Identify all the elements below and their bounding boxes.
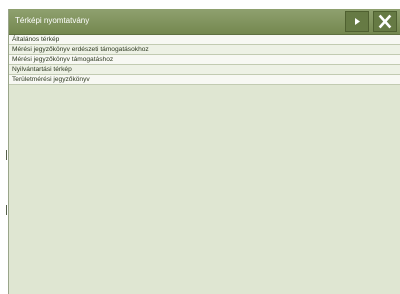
list-item[interactable]: Általános térkép xyxy=(9,35,400,45)
window-edge-mark xyxy=(6,150,7,160)
print-template-list: Általános térkép Mérési jegyzőkönyv erdé… xyxy=(9,35,400,85)
close-button[interactable] xyxy=(373,11,397,32)
close-x-icon xyxy=(378,14,392,29)
window-edge-mark xyxy=(6,205,7,215)
next-button[interactable] xyxy=(345,11,369,32)
panel-titlebar: Térképi nyomtatvány xyxy=(9,9,400,35)
list-item[interactable]: Mérési jegyzőkönyv támogatáshoz xyxy=(9,55,400,65)
list-item[interactable]: Területmérési jegyzőkönyv xyxy=(9,75,400,85)
panel-title: Térképi nyomtatvány xyxy=(15,16,90,25)
list-item[interactable]: Nyilvántartási térkép xyxy=(9,65,400,75)
play-arrow-icon xyxy=(355,18,360,25)
list-item[interactable]: Mérési jegyzőkönyv erdészeti támogatások… xyxy=(9,45,400,55)
print-panel: Térképi nyomtatvány Általános térkép Mér… xyxy=(8,9,400,294)
